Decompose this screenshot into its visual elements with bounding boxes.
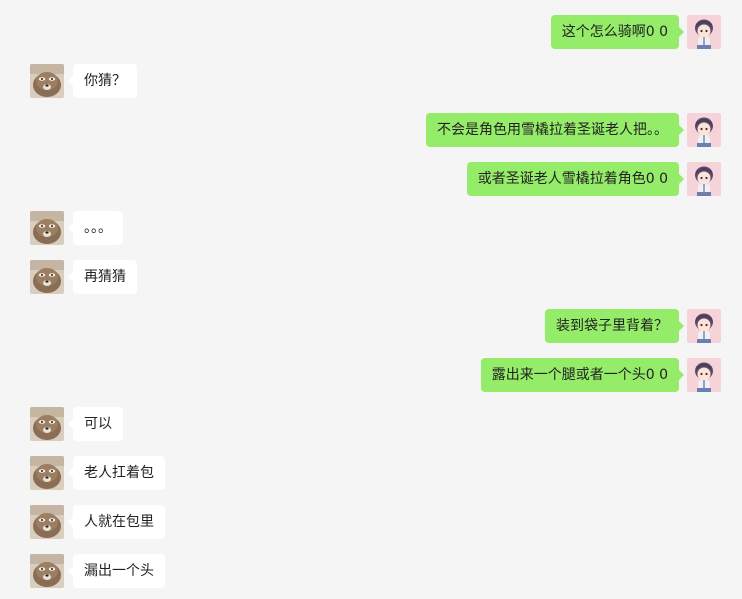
received-message-bubble[interactable]: 人就在包里 xyxy=(68,505,165,539)
sent-message-bubble[interactable]: 露出来一个腿或者一个头0 0 xyxy=(480,358,685,392)
message-row-received: 你猜？ xyxy=(0,64,742,98)
dog-avatar[interactable] xyxy=(30,407,64,441)
received-message-bubble[interactable]: 。。。 xyxy=(68,211,123,245)
chat-message-list[interactable]: 这个怎么骑啊0 0 你猜？ 不会是角色用雪橇拉着圣诞老人把。。 或者圣诞老人雪橇… xyxy=(0,0,742,599)
sent-message-bubble[interactable]: 不会是角色用雪橇拉着圣诞老人把。。 xyxy=(426,113,684,147)
received-message-bubble[interactable]: 老人扛着包 xyxy=(68,456,165,490)
message-row-received: 可以 xyxy=(0,407,742,441)
message-row-received: 人就在包里 xyxy=(0,505,742,539)
message-row-received: 老人扛着包 xyxy=(0,456,742,490)
message-row-sent: 不会是角色用雪橇拉着圣诞老人把。。 xyxy=(0,113,742,147)
sent-message-bubble[interactable]: 装到袋子里背着？ xyxy=(545,309,684,343)
message-row-received: 再猜猜 xyxy=(0,260,742,294)
dog-avatar[interactable] xyxy=(30,64,64,98)
received-message-bubble[interactable]: 再猜猜 xyxy=(68,260,137,294)
dog-avatar[interactable] xyxy=(30,505,64,539)
sent-message-bubble[interactable]: 这个怎么骑啊0 0 xyxy=(550,15,685,49)
message-row-sent: 或者圣诞老人雪橇拉着角色0 0 xyxy=(0,162,742,196)
dog-avatar[interactable] xyxy=(30,211,64,245)
received-message-bubble[interactable]: 你猜？ xyxy=(68,64,137,98)
received-message-bubble[interactable]: 可以 xyxy=(68,407,123,441)
message-row-received: 。。。 xyxy=(0,211,742,245)
anime-character-avatar[interactable] xyxy=(687,358,721,392)
message-row-sent: 露出来一个腿或者一个头0 0 xyxy=(0,358,742,392)
message-row-sent: 装到袋子里背着？ xyxy=(0,309,742,343)
dog-avatar[interactable] xyxy=(30,554,64,588)
received-message-bubble[interactable]: 漏出一个头 xyxy=(68,554,165,588)
anime-character-avatar[interactable] xyxy=(687,113,721,147)
anime-character-avatar[interactable] xyxy=(687,162,721,196)
sent-message-bubble[interactable]: 或者圣诞老人雪橇拉着角色0 0 xyxy=(466,162,685,196)
anime-character-avatar[interactable] xyxy=(687,15,721,49)
message-row-received: 漏出一个头 xyxy=(0,554,742,588)
message-row-sent: 这个怎么骑啊0 0 xyxy=(0,15,742,49)
anime-character-avatar[interactable] xyxy=(687,309,721,343)
dog-avatar[interactable] xyxy=(30,260,64,294)
dog-avatar[interactable] xyxy=(30,456,64,490)
